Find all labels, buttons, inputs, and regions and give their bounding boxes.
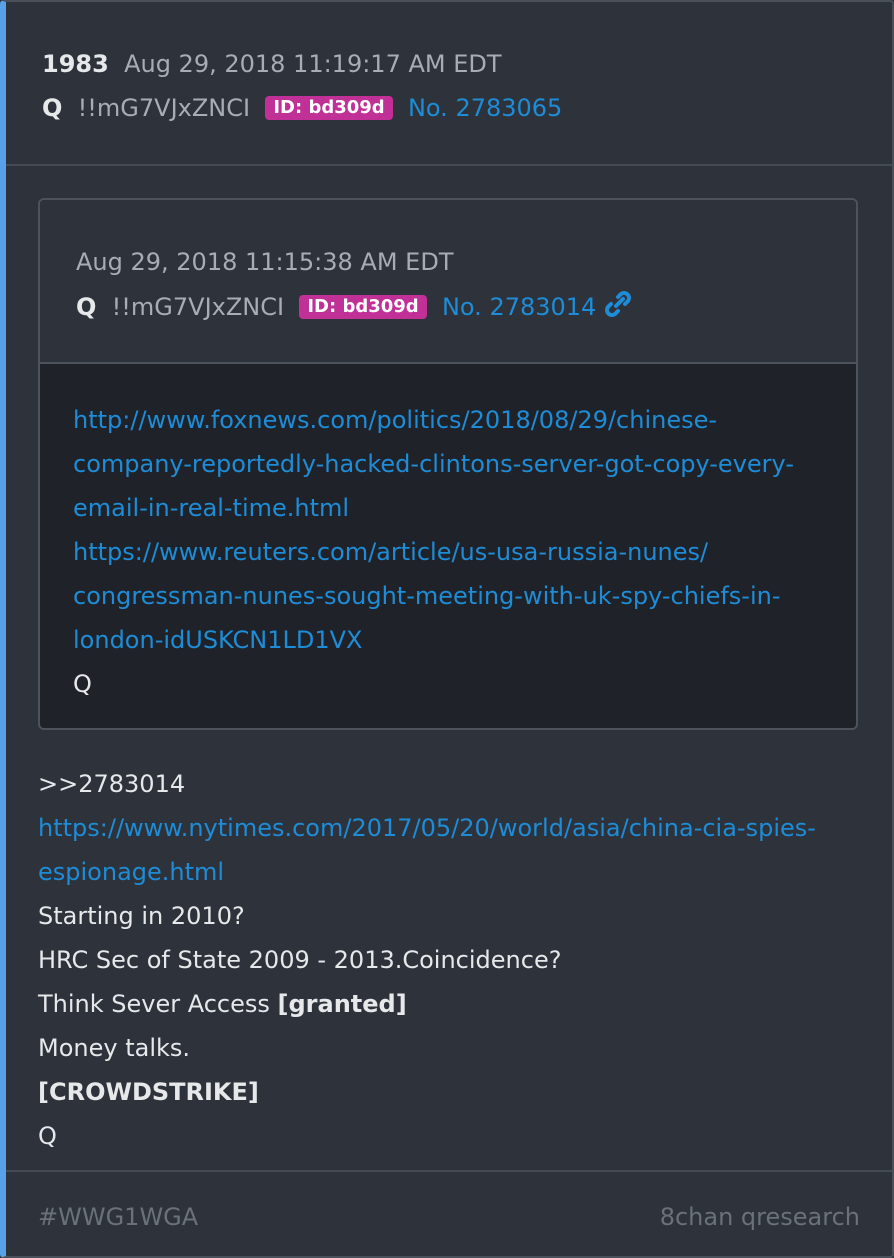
quoted-post-header: Aug 29, 2018 11:15:38 AM EDT Q !!mG7VJxZ… — [40, 200, 856, 364]
quoted-meta-line: Aug 29, 2018 11:15:38 AM EDT — [76, 247, 453, 277]
q-post-card: 1983 Aug 29, 2018 11:19:17 AM EDT Q !!mG… — [0, 0, 894, 1258]
quoted-link-line[interactable]: http://www.foxnews.com/politics/2018/08/… — [73, 398, 794, 442]
body-line: Think Sever Access [granted] — [38, 982, 816, 1026]
tripcode: !!mG7VJxZNCI — [77, 94, 251, 122]
quoted-link-line[interactable]: london-idUSKCN1LD1VX — [73, 618, 794, 662]
source-label: 8chan qresearch — [659, 1203, 860, 1231]
quoted-post-body: http://www.foxnews.com/politics/2018/08/… — [40, 364, 856, 728]
body-line-bold: [CROWDSTRIKE] — [38, 1078, 259, 1106]
quoted-id-badge: ID: bd309d — [299, 295, 427, 319]
quoted-author-line: Q !!mG7VJxZNCI ID: bd309d No. 2783014 — [76, 291, 632, 324]
post-number-link[interactable]: No. 2783065 — [408, 94, 562, 122]
body-line: Starting in 2010? — [38, 902, 245, 930]
post-timestamp: Aug 29, 2018 11:19:17 AM EDT — [124, 50, 502, 78]
post-meta-line: 1983 Aug 29, 2018 11:19:17 AM EDT — [42, 49, 502, 79]
id-badge: ID: bd309d — [265, 96, 393, 120]
bold-text: [granted] — [277, 990, 407, 1018]
post-footer: #WWG1WGA 8chan qresearch — [6, 1170, 892, 1256]
quoted-link-line[interactable]: https://www.reuters.com/article/us-usa-r… — [73, 530, 794, 574]
quoted-tripcode: !!mG7VJxZNCI — [111, 293, 285, 321]
post-header: 1983 Aug 29, 2018 11:19:17 AM EDT Q !!mG… — [6, 2, 892, 166]
body-line: Money talks. — [38, 1034, 191, 1062]
hashtag[interactable]: #WWG1WGA — [38, 1202, 198, 1232]
reply-reference[interactable]: >>2783014 — [38, 762, 816, 806]
quoted-link-line[interactable]: congressman-nunes-sought-meeting-with-uk… — [73, 574, 794, 618]
body-link-line[interactable]: https://www.nytimes.com/2017/05/20/world… — [38, 806, 816, 850]
author-name: Q — [42, 94, 63, 122]
body-link-line[interactable]: espionage.html — [38, 850, 816, 894]
quoted-post-number-link[interactable]: No. 2783014 — [442, 293, 596, 321]
quoted-link-line[interactable]: email-in-real-time.html — [73, 486, 794, 530]
quoted-link-line[interactable]: company-reportedly-hacked-clintons-serve… — [73, 442, 794, 486]
post-number: 1983 — [42, 50, 109, 78]
post-body: >>2783014 https://www.nytimes.com/2017/0… — [38, 762, 816, 1158]
body-text: Think Sever Access — [38, 990, 278, 1018]
quoted-author-name: Q — [76, 293, 97, 321]
quoted-signature: Q — [73, 670, 92, 698]
post-author-line: Q !!mG7VJxZNCI ID: bd309d No. 2783065 — [42, 93, 562, 123]
link-icon[interactable] — [604, 291, 632, 324]
quoted-timestamp: Aug 29, 2018 11:15:38 AM EDT — [76, 248, 454, 276]
quoted-post: Aug 29, 2018 11:15:38 AM EDT Q !!mG7VJxZ… — [38, 198, 858, 730]
post-signature: Q — [38, 1122, 57, 1150]
body-line: HRC Sec of State 2009 - 2013.Coincidence… — [38, 946, 562, 974]
